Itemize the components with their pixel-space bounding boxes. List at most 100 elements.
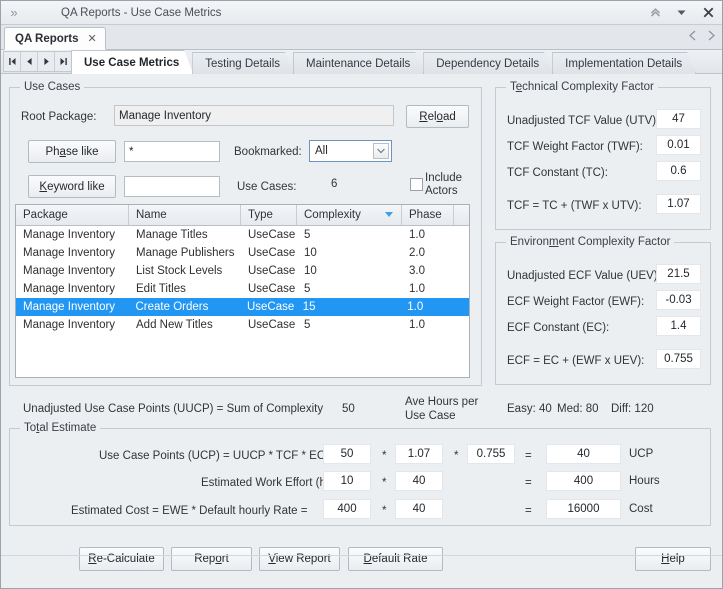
column-header-package[interactable]: Package [16,205,129,225]
tcf-formula-label: TCF = TC + (TWF x UTV): [507,200,642,212]
cell-phase: 1.0 [400,298,452,316]
reload-button-label: Reload [419,111,455,123]
operator-multiply: * [454,450,458,462]
utv-field[interactable]: 47 [656,109,701,129]
table-row-selected[interactable]: Manage Inventory Create Orders UseCase 1… [16,298,469,316]
table-row[interactable]: Manage Inventory List Stock Levels UseCa… [16,262,469,280]
triangle-right-icon[interactable] [707,30,716,43]
table-row[interactable]: Manage Inventory Manage Titles UseCase 5… [16,226,469,244]
ec-field[interactable]: 1.4 [656,316,701,336]
twf-field[interactable]: 0.01 [656,135,701,155]
phase-like-button[interactable]: Phase like [28,140,116,163]
work-effort-result-field[interactable]: 400 [546,471,621,491]
ucp-operand-uucp[interactable]: 50 [323,444,371,464]
operator-equals: = [525,505,532,517]
bookmarked-label: Bookmarked: [234,146,302,158]
use-cases-count-label: Use Cases: [237,181,296,193]
chevron-down-icon[interactable] [373,143,389,159]
uev-label: Unadjusted ECF Value (UEV): [507,270,661,282]
ucp-result-field[interactable]: 40 [546,444,621,464]
cell-phase: 1.0 [402,280,454,298]
ewf-field[interactable]: -0.03 [656,290,701,310]
column-header-name[interactable]: Name [129,205,241,225]
uucp-value: 50 [342,403,355,415]
help-button[interactable]: Help [635,547,711,571]
column-header-spacer [454,205,469,225]
close-icon[interactable]: ✕ [87,32,96,45]
hours-unit-label: Hours [629,475,660,487]
uev-field[interactable]: 21.5 [656,264,701,284]
ewf-label: ECF Weight Factor (EWF): [507,296,644,308]
tcf-result-field[interactable]: 1.07 [656,194,701,214]
column-header-type[interactable]: Type [241,205,297,225]
ucp-operand-tcf[interactable]: 1.07 [395,444,443,464]
cell-package: Manage Inventory [16,262,129,280]
tab-testing-details[interactable]: Testing Details [192,52,294,74]
column-header-phase[interactable]: Phase [402,205,454,225]
column-header-label: Name [136,209,167,221]
last-tab-icon[interactable] [55,52,72,71]
cost-operand-1[interactable]: 400 [323,499,371,519]
report-button[interactable]: Report [171,547,252,571]
cell-package: Manage Inventory [16,244,129,262]
column-header-label: Package [23,209,68,221]
default-rate-button[interactable]: Default Rate [348,547,443,571]
phase-like-input[interactable]: * [124,141,220,162]
bookmarked-select[interactable]: All [309,140,392,162]
recalculate-button[interactable]: Re-Calculate [79,547,164,571]
ucp-unit-label: UCP [629,448,653,460]
cost-formula-label: Estimated Cost = EWE * Default hourly Ra… [71,505,308,517]
table-row[interactable]: Manage Inventory Manage Publishers UseCa… [16,244,469,262]
cell-package: Manage Inventory [16,316,129,334]
cost-result-field[interactable]: 16000 [546,499,621,519]
view-report-button[interactable]: View Report [259,547,340,571]
keyword-like-button-label: Keyword like [39,181,104,193]
tc-field[interactable]: 0.6 [656,161,701,181]
keyword-like-input[interactable] [124,176,220,197]
tab-label: Maintenance Details [306,58,410,70]
close-icon[interactable] [694,2,722,24]
operator-multiply: * [382,505,386,517]
cell-name: Manage Titles [129,226,241,244]
cell-complexity: 5 [297,280,402,298]
tab-implementation-details[interactable]: Implementation Details [552,52,696,74]
operator-equals: = [525,477,532,489]
table-row[interactable]: Manage Inventory Edit Titles UseCase 5 1… [16,280,469,298]
sort-descending-icon [385,212,393,217]
cell-name: Add New Titles [129,316,241,334]
column-header-complexity[interactable]: Complexity [297,205,402,225]
chevrons-up-icon[interactable] [642,2,668,24]
table-header-row: Package Name Type Complexity Phase [16,205,469,226]
ecf-formula-label: ECF = EC + (EWF x UEV): [507,355,644,367]
use-cases-table[interactable]: Package Name Type Complexity Phase [15,204,470,378]
previous-tab-icon[interactable] [21,52,38,71]
document-tab-qa-reports[interactable]: QA Reports ✕ [4,27,106,50]
cell-type: UseCase [241,316,297,334]
window-title: QA Reports - Use Case Metrics [27,7,642,19]
next-tab-icon[interactable] [38,52,55,71]
uucp-label: Unadjusted Use Case Points (UUCP) = Sum … [23,403,323,415]
tab-dependency-details[interactable]: Dependency Details [423,52,553,74]
include-actors-checkbox[interactable] [410,178,423,191]
cell-phase: 2.0 [402,244,454,262]
chevrons-right-icon[interactable]: » [1,6,27,19]
cost-operand-2[interactable]: 40 [395,499,443,519]
tab-use-case-metrics[interactable]: Use Case Metrics [71,50,193,74]
triangle-left-icon[interactable] [688,30,697,43]
work-effort-operand-1[interactable]: 10 [323,471,371,491]
root-package-field[interactable]: Manage Inventory [114,105,394,126]
tab-strip: Use Case Metrics Testing Details Mainten… [1,50,722,74]
operator-equals: = [525,450,532,462]
tab-label: Testing Details [205,58,280,70]
utv-label: Unadjusted TCF Value (UTV): [507,115,659,127]
dropdown-arrow-icon[interactable] [668,2,694,24]
ucp-operand-ecf[interactable]: 0.755 [467,444,515,464]
keyword-like-button[interactable]: Keyword like [28,175,116,198]
tab-maintenance-details[interactable]: Maintenance Details [293,52,424,74]
first-tab-icon[interactable] [4,52,21,71]
ecf-result-field[interactable]: 0.755 [656,349,701,369]
work-effort-operand-2[interactable]: 40 [395,471,443,491]
reload-button[interactable]: Reload [406,105,469,128]
table-row[interactable]: Manage Inventory Add New Titles UseCase … [16,316,469,334]
tab-navigation-buttons [3,51,73,72]
